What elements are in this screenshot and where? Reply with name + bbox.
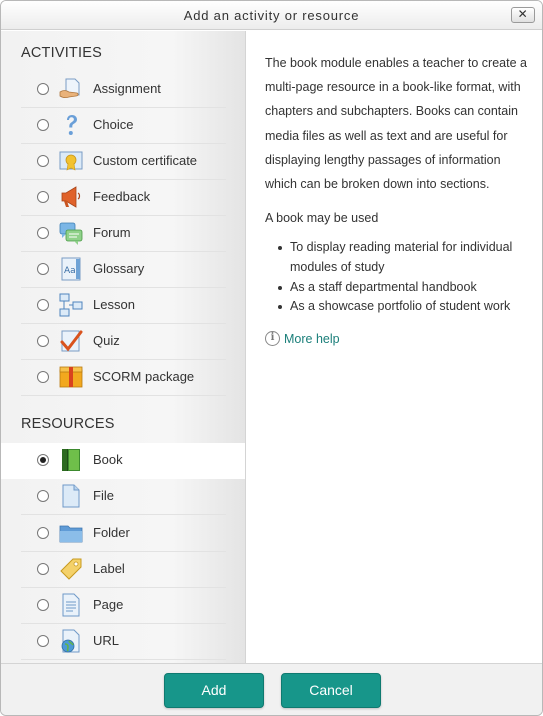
scorm-icon <box>59 366 83 388</box>
option-label: File <box>93 488 114 503</box>
option-label: Lesson <box>93 297 135 312</box>
radio-glossary[interactable] <box>37 263 49 275</box>
lesson-icon <box>59 293 83 317</box>
radio-folder[interactable] <box>37 527 49 539</box>
option-custom-certificate[interactable]: Custom certificate <box>21 144 226 180</box>
option-file[interactable]: File <box>21 479 226 515</box>
option-label: Book <box>93 452 123 467</box>
option-label: Feedback <box>93 189 151 204</box>
quiz-icon <box>60 330 83 352</box>
more-help-link[interactable]: i More help <box>265 327 527 351</box>
svg-text:Aa: Aa <box>64 266 76 276</box>
module-description: The book module enables a teacher to cre… <box>265 51 527 351</box>
option-lesson[interactable]: Lesson <box>21 288 226 324</box>
radio-feedback[interactable] <box>37 191 49 203</box>
activities-heading: ACTIVITIES <box>21 45 102 61</box>
radio-quiz[interactable] <box>37 335 49 347</box>
list-item: To display reading material for individu… <box>275 238 527 277</box>
option-quiz[interactable]: Quiz <box>21 324 226 360</box>
radio-scorm-package[interactable] <box>37 371 49 383</box>
option-url[interactable]: URL <box>21 624 226 660</box>
radio-book[interactable] <box>37 454 49 466</box>
dialog-titlebar: Add an activity or resource ✕ <box>1 1 542 30</box>
radio-lesson[interactable] <box>37 299 49 311</box>
option-label: Forum <box>93 225 131 240</box>
option-forum[interactable]: Forum <box>21 216 226 252</box>
feedback-icon <box>61 186 81 208</box>
dialog-footer: Add Cancel <box>1 663 542 715</box>
page-icon <box>62 593 80 617</box>
option-label-text: Label <box>93 561 125 576</box>
book-icon <box>62 449 80 471</box>
option-glossary[interactable]: Aa Glossary <box>21 252 226 288</box>
glossary-icon: Aa <box>61 257 81 281</box>
radio-file[interactable] <box>37 490 49 502</box>
option-label: Custom certificate <box>93 153 198 168</box>
option-assignment[interactable]: Assignment <box>21 72 226 108</box>
list-item: As a staff departmental handbook <box>275 278 527 298</box>
radio-page[interactable] <box>37 599 49 611</box>
dialog-title: Add an activity or resource <box>183 8 360 23</box>
option-scorm-package[interactable]: SCORM package <box>21 360 226 396</box>
option-book[interactable]: Book <box>1 443 245 479</box>
option-label: SCORM package <box>93 369 195 384</box>
add-activity-dialog: Add an activity or resource ✕ ACTIVITIES… <box>0 0 543 716</box>
description-uses-list: To display reading material for individu… <box>265 238 527 316</box>
radio-choice[interactable] <box>37 119 49 131</box>
option-page[interactable]: Page <box>21 588 226 624</box>
list-item: As a showcase portfolio of student work <box>275 297 527 317</box>
forum-icon <box>59 222 83 245</box>
file-icon <box>62 484 80 508</box>
description-intro: The book module enables a teacher to cre… <box>265 56 527 192</box>
close-button[interactable]: ✕ <box>511 7 535 23</box>
certificate-icon <box>59 151 83 171</box>
option-choice[interactable]: Choice <box>21 108 226 144</box>
choice-icon <box>67 115 77 135</box>
option-label: URL <box>93 633 120 648</box>
module-list: ACTIVITIES Assignment Choice Custom cert… <box>1 31 246 663</box>
assignment-icon <box>59 78 80 99</box>
resources-heading: RESOURCES <box>21 416 115 432</box>
radio-label[interactable] <box>37 563 49 575</box>
option-label: Quiz <box>93 333 120 348</box>
folder-icon <box>59 525 83 543</box>
more-help-label: More help <box>284 331 340 346</box>
option-label[interactable]: Label <box>21 552 226 588</box>
add-button[interactable]: Add <box>164 673 264 708</box>
option-folder[interactable]: Folder <box>21 516 226 552</box>
url-icon <box>61 629 80 653</box>
option-label: Assignment <box>93 81 161 96</box>
option-feedback[interactable]: Feedback <box>21 180 226 216</box>
cancel-button[interactable]: Cancel <box>281 673 381 708</box>
option-label: Folder <box>93 525 130 540</box>
radio-custom-certificate[interactable] <box>37 155 49 167</box>
option-label: Choice <box>93 117 134 132</box>
radio-assignment[interactable] <box>37 83 49 95</box>
radio-url[interactable] <box>37 635 49 647</box>
description-used-heading: A book may be used <box>265 211 379 226</box>
radio-forum[interactable] <box>37 227 49 239</box>
label-icon <box>60 558 82 580</box>
option-label: Glossary <box>93 261 145 276</box>
info-icon: i <box>265 331 280 347</box>
option-label: Page <box>93 597 124 612</box>
